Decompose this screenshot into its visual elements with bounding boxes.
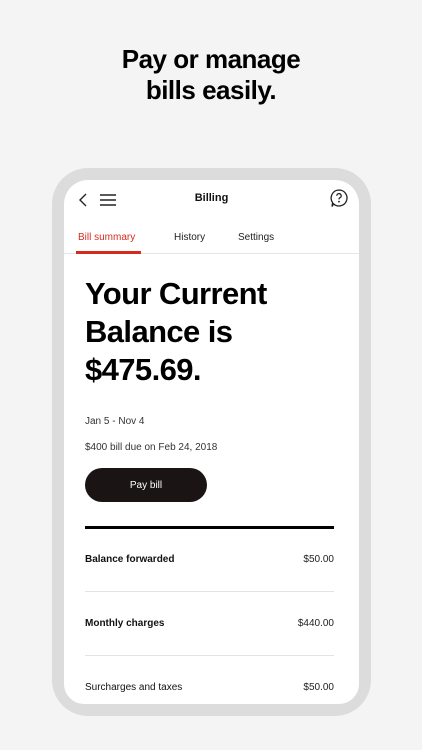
tab-bill-summary[interactable]: Bill summary [75,232,142,254]
promo-headline: Pay or manage bills easily. [0,44,422,106]
app-bar: Billing [64,180,359,220]
tab-settings[interactable]: Settings [238,232,274,254]
line-item-label: Surcharges and taxes [85,682,183,693]
divider [85,526,334,529]
phone-frame: Billing Bill summary History Settings Yo… [52,168,371,716]
divider [85,655,334,656]
line-item-label: Monthly charges [85,618,165,629]
page-title: Billing [194,192,229,204]
balance-heading: Your Current Balance is $475.69. [85,275,345,389]
help-chat-icon[interactable] [329,188,349,208]
phone-screen: Billing Bill summary History Settings Yo… [64,180,359,704]
balance-line-2: Balance is [85,314,233,349]
due-note: $400 bill due on Feb 24, 2018 [85,442,218,453]
line-item-amount: $440.00 [297,618,334,629]
line-item-surcharges-taxes[interactable]: Surcharges and taxes $50.00 [85,682,334,702]
line-item-label: Balance forwarded [85,554,175,565]
line-item-monthly-charges[interactable]: Monthly charges $440.00 [85,618,334,638]
divider [85,591,334,592]
line-item-amount: $50.00 [303,682,334,693]
promo-line-2: bills easily. [145,75,277,105]
line-item-balance-forwarded[interactable]: Balance forwarded $50.00 [85,554,334,574]
billing-period: Jan 5 - Nov 4 [85,416,145,427]
balance-line-1: Your Current [85,276,267,311]
line-item-amount: $50.00 [303,554,334,565]
tab-bar: Bill summary History Settings [64,232,359,254]
promo-line-1: Pay or manage [121,44,301,74]
pay-bill-button[interactable]: Pay bill [85,468,207,502]
tab-history[interactable]: History [174,232,205,254]
balance-amount: $475.69. [85,352,201,387]
